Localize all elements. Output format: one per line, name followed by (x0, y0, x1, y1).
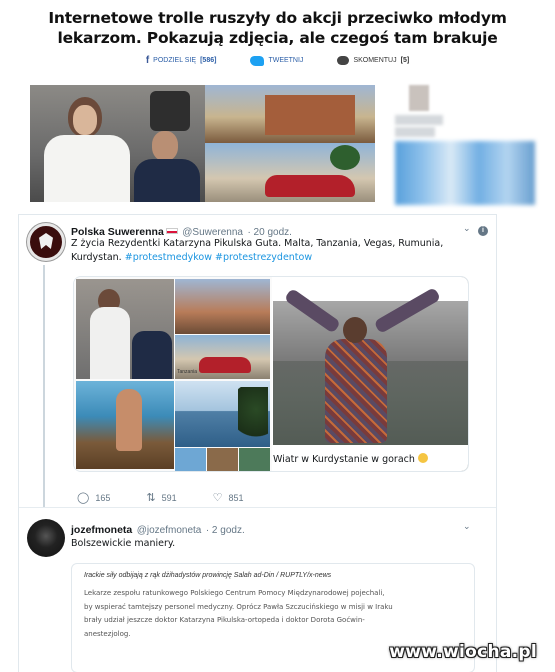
facebook-share-button[interactable]: f PODZIEL SIĘ [586] (146, 55, 217, 66)
retweet-icon: ⇅ (146, 492, 156, 504)
tweet-thread: Polska Suwerenna @Suwerenna · 20 godz. ⌄… (18, 214, 497, 672)
author-name[interactable]: jozefmoneta (71, 524, 132, 536)
collage-photo-doctor (76, 279, 174, 379)
tweet-button[interactable]: TWEETNIJ (250, 55, 303, 66)
red-car (199, 357, 251, 373)
blurred-image (395, 141, 535, 205)
man-body (132, 331, 172, 379)
chevron-down-icon[interactable]: ⌄ (463, 223, 471, 234)
reply-count: 165 (95, 492, 111, 503)
photographer-figure (150, 91, 190, 131)
doctor-coat (90, 307, 130, 379)
photo-doctor-and-man (30, 85, 205, 202)
quote-line: brały udział jeszcze doktor Katarzyna Pi… (84, 616, 365, 624)
man-body (134, 159, 200, 202)
collage-photo-boat (76, 381, 174, 469)
avatar[interactable] (27, 223, 65, 261)
collage-thumbnails (175, 448, 270, 471)
retweet-count: 591 (161, 492, 177, 503)
share-bar: f PODZIEL SIĘ [586] TWEETNIJ SKOMENTUJ [… (0, 55, 555, 66)
tweet-header: jozefmoneta @jozefmoneta · 2 godz. (71, 520, 245, 538)
media-collage[interactable]: Tanzania (74, 277, 272, 471)
headline-line-2: lekarzom. Pokazują zdjęcia, ale czegoś t… (57, 29, 498, 47)
site-watermark: www.wiocha.pl (389, 642, 537, 662)
woman-head (343, 317, 367, 343)
headline-line-1: Internetowe trolle ruszyły do akcji prze… (48, 9, 507, 27)
tree-silhouette (238, 387, 268, 443)
quote-line: anestezjolog. (84, 629, 131, 638)
media-caption: Wiatr w Kurdystanie w gorach (273, 453, 428, 465)
blurred-sidebar (395, 85, 540, 205)
hashtag-link[interactable]: #protestmedykow (125, 252, 212, 263)
info-icon[interactable]: i (478, 226, 488, 236)
tweet-text-plain: Kurdystan. (71, 252, 125, 263)
like-count: 851 (228, 492, 244, 503)
media-photo-mountains[interactable] (273, 277, 468, 471)
twitter-bird-icon (250, 55, 265, 66)
author-handle[interactable]: @jozefmoneta (137, 525, 202, 536)
doctor-coat (44, 135, 130, 202)
chevron-down-icon[interactable]: ⌄ (463, 521, 471, 532)
building-shape (265, 95, 355, 135)
tweet-text: Z życia Rezydentki Katarzyna Pikulska Gu… (71, 237, 443, 265)
tweet-label: TWEETNIJ (268, 57, 304, 64)
retweet-button[interactable]: ⇅ 591 (146, 491, 176, 504)
tweet-divider (19, 507, 496, 508)
photo-city-buildings (205, 85, 375, 143)
comment-button[interactable]: SKOMENTUJ [5] (337, 55, 409, 66)
eagle-emblem-icon (39, 233, 53, 249)
man-figure (130, 131, 200, 202)
doctor-figure (36, 93, 132, 202)
article-lead-image (30, 85, 375, 202)
woman-body (325, 339, 387, 443)
tweet-text-line-2: Kurdystan. #protestmedykow #protestrezyd… (71, 251, 443, 265)
quote-header: Irackie siły odbijają z rąk dżihadystów … (84, 572, 332, 579)
facebook-share-count: [586] (200, 57, 217, 64)
tweet-text-line-1: Z życia Rezydentki Katarzyna Pikulska Gu… (71, 238, 444, 249)
tweet-polska-suwerenna[interactable]: Polska Suwerenna @Suwerenna · 20 godz. ⌄… (19, 215, 496, 507)
reply-icon: ◯ (77, 492, 90, 504)
blurred-text (395, 127, 435, 137)
tweet-media[interactable]: Tanzania Wiatr w Kurdystanie w gorach (73, 276, 469, 472)
reply-button[interactable]: ◯ 165 (77, 491, 110, 504)
quote-line: by wspierać tamtejszy personel medyczny.… (84, 602, 393, 611)
quote-line: Lekarze zespołu ratunkowego Polskiego Ce… (84, 589, 385, 597)
comment-label: SKOMENTUJ (353, 57, 397, 64)
thumbnail (239, 448, 270, 471)
hashtag-link[interactable]: #protestrezydentow (215, 252, 312, 263)
thumbnail (175, 448, 206, 471)
collage-photo-sea (175, 381, 270, 447)
collage-caption: Tanzania (177, 369, 198, 375)
tweet-actions: ◯ 165 ⇅ 591 ♡ 851 (77, 491, 244, 504)
heart-icon: ♡ (212, 492, 223, 504)
tweet-text: Bolszewickie maniery. (71, 538, 176, 549)
collage-photo-car: Tanzania (175, 335, 270, 379)
smiley-emoji-icon (417, 453, 428, 463)
like-button[interactable]: ♡ 851 (213, 491, 244, 504)
facebook-share-label: PODZIEL SIĘ (153, 57, 197, 64)
avatar[interactable] (27, 519, 65, 557)
doctor-face (73, 105, 97, 135)
blurred-avatar (409, 85, 429, 111)
thumbnail (207, 448, 238, 471)
collage-photo-buildings (175, 279, 270, 334)
quote-body: Lekarze zespołu ratunkowego Polskiego Ce… (84, 587, 462, 641)
facebook-icon: f (145, 55, 150, 66)
poland-flag-icon (165, 227, 178, 234)
comment-bubble-icon (337, 56, 350, 65)
blurred-text (395, 115, 443, 125)
media-caption-text: Wiatr w Kurdystanie w gorach (273, 454, 415, 465)
palm-tree (330, 145, 360, 170)
article-headline: Internetowe trolle ruszyły do akcji prze… (30, 8, 525, 48)
person-figure (116, 389, 142, 451)
tweet-time[interactable]: · 2 godz. (206, 525, 245, 536)
red-car (265, 175, 355, 197)
comment-count: [5] (400, 57, 410, 64)
man-head (152, 131, 178, 161)
